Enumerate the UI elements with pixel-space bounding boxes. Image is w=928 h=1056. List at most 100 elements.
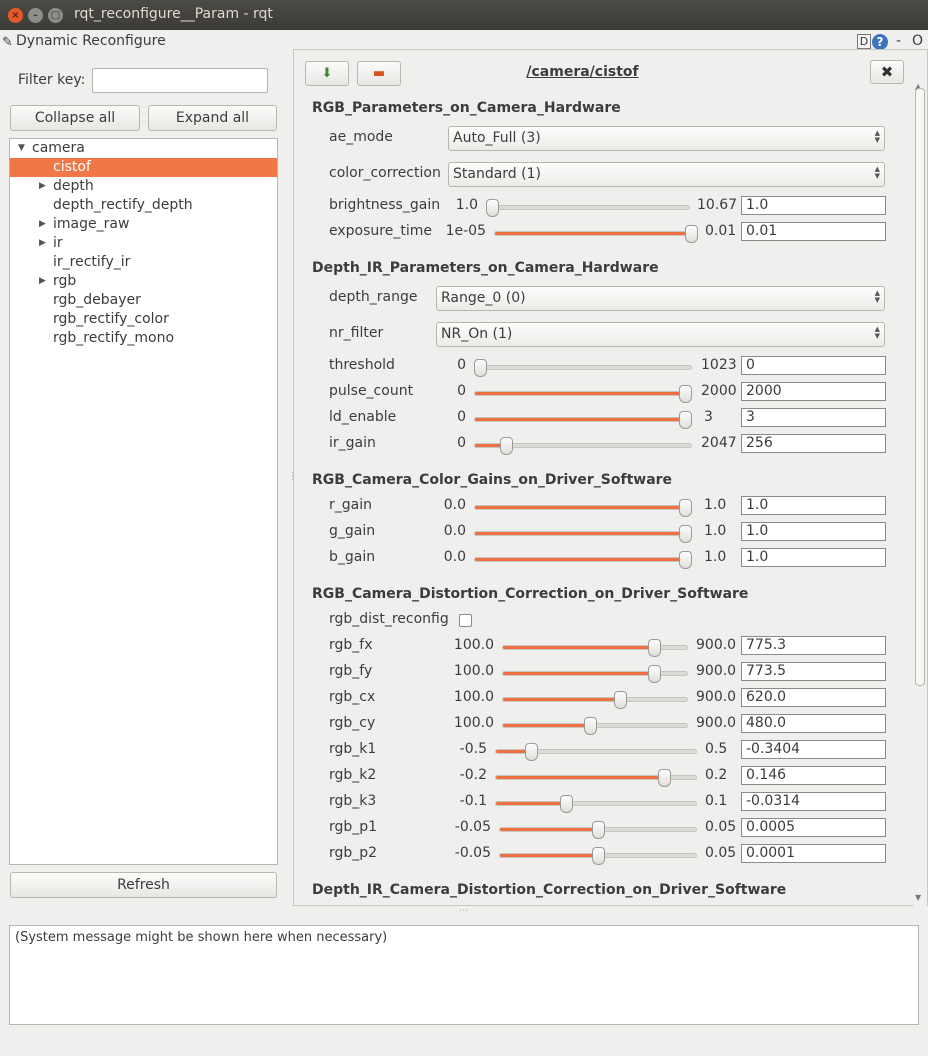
combo-arrows-icon: ▲ ▼ — [874, 289, 880, 304]
slider-brightness_gain[interactable] — [486, 199, 690, 217]
help-icon[interactable]: ? — [872, 34, 888, 50]
slider-handle[interactable] — [679, 385, 692, 403]
slider-rgb_cy[interactable] — [502, 717, 688, 735]
param-combo-3[interactable]: NR_On (1) ▲ ▼ — [436, 322, 885, 347]
refresh-button[interactable]: Refresh — [10, 872, 277, 898]
param-value-input[interactable]: 256 — [741, 434, 886, 453]
slider-handle[interactable] — [679, 551, 692, 569]
load-params-button[interactable]: ▬ — [357, 61, 401, 86]
window-maximize-button[interactable]: □ — [48, 8, 63, 23]
slider-rgb_p1[interactable] — [499, 821, 697, 839]
param-value-input[interactable]: -0.3404 — [741, 740, 886, 759]
slider-r_gain[interactable] — [474, 499, 692, 517]
slider-handle[interactable] — [592, 847, 605, 865]
param-value-input[interactable]: 1.0 — [741, 548, 886, 567]
slider-rgb_k1[interactable] — [495, 743, 697, 761]
plugin-options-button[interactable]: O — [912, 33, 923, 49]
param-value-input[interactable]: 775.3 — [741, 636, 886, 655]
param-value-input[interactable]: 0.01 — [741, 222, 886, 241]
param-value-input[interactable]: 2000 — [741, 382, 886, 401]
rgb-dist-reconfig-checkbox[interactable] — [459, 614, 472, 627]
collapsed-arrow-icon[interactable]: ▶ — [39, 272, 46, 291]
tree-item-9[interactable]: rgb_rectify_color — [10, 310, 277, 329]
param-combo-1[interactable]: Standard (1) ▲ ▼ — [448, 162, 885, 187]
slider-handle[interactable] — [648, 639, 661, 657]
tree-item-8[interactable]: rgb_debayer — [10, 291, 277, 310]
window-minimize-button[interactable]: – — [28, 8, 43, 23]
slider-rgb_fy[interactable] — [502, 665, 688, 683]
scroll-down-icon[interactable]: ▼ — [915, 893, 921, 902]
param-value-input[interactable]: 620.0 — [741, 688, 886, 707]
slider-max-label: 1.0 — [704, 497, 727, 513]
slider-handle[interactable] — [560, 795, 573, 813]
collapse-all-button[interactable]: Collapse all — [10, 105, 140, 131]
scrollbar-thumb[interactable] — [915, 88, 925, 686]
slider-handle[interactable] — [614, 691, 627, 709]
plugin-dock-button[interactable]: D — [857, 34, 871, 49]
splitter-handle[interactable]: ⋮ — [288, 472, 297, 482]
slider-ir_gain[interactable] — [474, 437, 692, 455]
param-combo-0[interactable]: Auto_Full (3) ▲ ▼ — [448, 126, 885, 151]
slider-handle[interactable] — [685, 225, 698, 243]
param-value-input[interactable]: 0.0005 — [741, 818, 886, 837]
slider-handle[interactable] — [525, 743, 538, 761]
param-value-input[interactable]: 0.0001 — [741, 844, 886, 863]
slider-rgb_fx[interactable] — [502, 639, 688, 657]
node-tree[interactable]: ▼ camera cistof ▶ depth depth_rectify_depth ▶ i… — [9, 138, 278, 865]
tree-item-5[interactable]: ▶ ir — [10, 234, 277, 253]
slider-rgb_cx[interactable] — [502, 691, 688, 709]
collapsed-arrow-icon[interactable]: ▶ — [39, 234, 46, 253]
expand-all-button[interactable]: Expand all — [148, 105, 277, 131]
collapsed-arrow-icon[interactable]: ▶ — [39, 215, 46, 234]
window-close-button[interactable]: × — [8, 8, 23, 23]
param-value-input[interactable]: 480.0 — [741, 714, 886, 733]
slider-handle[interactable] — [486, 199, 499, 217]
param-value-input[interactable]: 0 — [741, 356, 886, 375]
tree-item-4[interactable]: ▶ image_raw — [10, 215, 277, 234]
tree-item-2[interactable]: ▶ depth — [10, 177, 277, 196]
param-value-input[interactable]: -0.0314 — [741, 792, 886, 811]
slider-ld_enable[interactable] — [474, 411, 692, 429]
param-value-input[interactable]: 1.0 — [741, 522, 886, 541]
slider-handle[interactable] — [658, 769, 671, 787]
slider-threshold[interactable] — [474, 359, 692, 377]
slider-rgb_k2[interactable] — [495, 769, 697, 787]
slider-rgb_k3[interactable] — [495, 795, 697, 813]
filter-key-input[interactable] — [92, 68, 268, 93]
slider-handle[interactable] — [592, 821, 605, 839]
slider-exposure_time[interactable] — [494, 225, 698, 243]
param-value-input[interactable]: 0.146 — [741, 766, 886, 785]
tree-item-3[interactable]: depth_rectify_depth — [10, 196, 277, 215]
slider-rgb_p2[interactable] — [499, 847, 697, 865]
tree-item-1[interactable]: cistof — [10, 158, 277, 177]
slider-handle[interactable] — [584, 717, 597, 735]
slider-handle[interactable] — [679, 499, 692, 517]
slider-handle[interactable] — [474, 359, 487, 377]
param-value-input[interactable]: 3 — [741, 408, 886, 427]
tree-item-7[interactable]: ▶ rgb — [10, 272, 277, 291]
close-node-button[interactable]: ✖ — [870, 60, 904, 84]
save-params-button[interactable]: ⬇ — [305, 61, 349, 86]
tree-item-10[interactable]: rgb_rectify_mono — [10, 329, 277, 348]
tree-item-0[interactable]: ▼ camera — [10, 139, 277, 158]
slider-max-label: 0.05 — [705, 819, 737, 835]
slider-g_gain[interactable] — [474, 525, 692, 543]
slider-handle[interactable] — [679, 411, 692, 429]
slider-fill — [475, 532, 686, 535]
slider-handle[interactable] — [500, 437, 513, 455]
param-value-input[interactable]: 773.5 — [741, 662, 886, 681]
collapsed-arrow-icon[interactable]: ▶ — [39, 177, 46, 196]
param-value-input[interactable]: 1.0 — [741, 496, 886, 515]
param-value-input[interactable]: 1.0 — [741, 196, 886, 215]
splitter-handle-horizontal[interactable]: ⋯ — [459, 906, 468, 916]
slider-handle[interactable] — [648, 665, 661, 683]
param-combo-2[interactable]: Range_0 (0) ▲ ▼ — [436, 286, 885, 311]
plugin-minimize-button[interactable]: - — [896, 33, 901, 49]
slider-min-label: 0 — [457, 383, 466, 399]
tree-item-6[interactable]: ir_rectify_ir — [10, 253, 277, 272]
slider-handle[interactable] — [679, 525, 692, 543]
slider-pulse_count[interactable] — [474, 385, 692, 403]
combo-arrows-icon: ▲ ▼ — [874, 129, 880, 144]
slider-b_gain[interactable] — [474, 551, 692, 569]
expand-arrow-icon[interactable]: ▼ — [18, 139, 25, 158]
